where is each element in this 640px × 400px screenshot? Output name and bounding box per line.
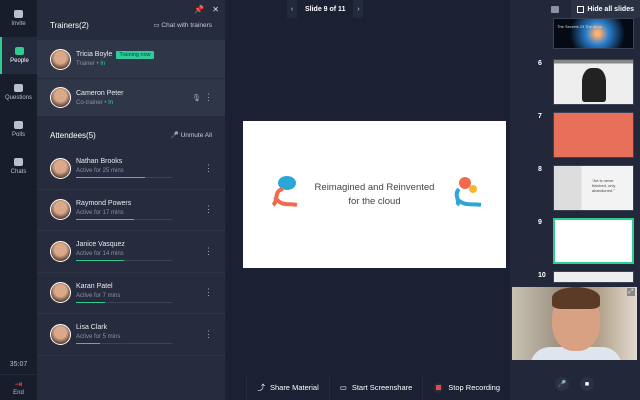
avatar: [50, 48, 71, 70]
more-icon[interactable]: ⋮: [204, 246, 213, 257]
record-icon: [433, 382, 444, 393]
brain-icon: [271, 176, 298, 207]
avatar: [50, 282, 71, 304]
slide-thumb-6[interactable]: [553, 59, 634, 105]
expand-icon[interactable]: ⤢: [627, 288, 635, 296]
pin-icon[interactable]: 📌: [194, 5, 204, 14]
questions-icon: [14, 84, 23, 92]
mic-off-icon[interactable]: 🎙: [192, 94, 201, 102]
exit-icon: ⇥: [14, 379, 23, 389]
more-icon[interactable]: ⋮: [204, 163, 213, 174]
slide-thumb-7[interactable]: [553, 112, 634, 158]
stop-recording-button[interactable]: Stop Recording: [422, 375, 510, 400]
screen-icon: ▭: [339, 383, 347, 392]
polls-icon: [14, 121, 23, 129]
avatar: [50, 240, 71, 262]
attendee-row[interactable]: Karan Patel Active for 7 mins ⋮: [37, 273, 225, 314]
activity-bar: [76, 301, 172, 303]
next-slide-button[interactable]: ›: [353, 0, 364, 18]
people-panel: 📌 ✕ Trainers(2) ▭ Chat with trainers Trici…: [37, 0, 225, 400]
share-icon: ⤴: [257, 383, 265, 392]
webcam-video: ⤢: [512, 287, 637, 360]
slide-navigator: ‹ Slide 9 of 11 ›: [287, 0, 364, 18]
chat-with-trainers-button[interactable]: ▭ Chat with trainers: [153, 21, 212, 29]
status-badge: Training now: [116, 51, 154, 59]
avatar: [50, 157, 71, 179]
nav-invite[interactable]: Invite: [0, 0, 37, 37]
attendee-row[interactable]: Janice Vasquez Active for 14 mins ⋮: [37, 231, 225, 273]
left-nav: Invite People Questions Polls Chats 35:0…: [0, 0, 37, 400]
attendees-title: Attendees(5): [50, 130, 96, 140]
trainers-title: Trainers(2): [50, 20, 89, 30]
people-icon: [15, 47, 24, 55]
slide-thumb-8[interactable]: "Art is never finished, only abandoned.": [553, 165, 634, 211]
share-material-button[interactable]: ⤴ Share Material: [246, 375, 328, 400]
start-screenshare-button[interactable]: ▭ Start Screenshare: [328, 375, 423, 400]
prev-slide-button[interactable]: ‹: [287, 0, 297, 18]
nav-polls[interactable]: Polls: [0, 111, 37, 148]
activity-bar: [76, 177, 172, 179]
slide-thumb-10[interactable]: [553, 271, 634, 283]
unmute-all-button[interactable]: 🎤 Unmute All: [171, 131, 212, 139]
current-slide: Reimagined and Reinvented for the cloud: [243, 121, 506, 268]
attendee-row[interactable]: Lisa Clark Active for 5 mins ⋮: [37, 314, 225, 356]
avatar: [50, 199, 71, 221]
more-icon[interactable]: ⋮: [204, 92, 213, 103]
end-button[interactable]: ⇥ End: [0, 374, 37, 400]
trainer-row[interactable]: Cameron Peter Co-trainer • In 🎙 ⋮: [37, 78, 225, 116]
camera-button[interactable]: ■: [580, 377, 594, 391]
slide-thumb-5[interactable]: The Secrets Of The Atom: [553, 18, 634, 49]
invite-icon: [14, 10, 23, 18]
nav-questions[interactable]: Questions: [0, 74, 37, 111]
mic-button[interactable]: 🎤: [555, 377, 569, 391]
more-icon[interactable]: ⋮: [204, 329, 213, 340]
gears-icon: [454, 177, 482, 207]
chats-icon: [14, 158, 23, 166]
session-timer: 35:07: [9, 361, 28, 368]
nav-people[interactable]: People: [0, 37, 37, 74]
attendee-row[interactable]: Nathan Brooks Active for 25 mins ⋮: [37, 148, 225, 190]
bottom-toolbar: ⤴ Share Material ▭ Start Screenshare Stop …: [225, 375, 510, 400]
nav-chats[interactable]: Chats: [0, 148, 37, 185]
attendee-row[interactable]: Raymond Powers Active for 17 mins ⋮: [37, 190, 225, 231]
slide-counter: Slide 9 of 11: [305, 5, 346, 13]
trainer-row[interactable]: Tricia Boyle Training now Trainer • In: [37, 40, 225, 78]
edit-icon[interactable]: [551, 5, 560, 13]
avatar: [50, 87, 71, 108]
avatar: [50, 323, 71, 345]
more-icon[interactable]: ⋮: [204, 287, 213, 298]
activity-bar: [76, 260, 172, 262]
more-icon[interactable]: ⋮: [204, 204, 213, 215]
slide-thumb-9[interactable]: [553, 218, 634, 264]
activity-bar: [76, 218, 172, 220]
close-icon[interactable]: ✕: [212, 5, 219, 14]
hide-all-slides-button[interactable]: Hide all slides: [571, 0, 640, 18]
hide-icon: [577, 5, 585, 13]
activity-bar: [76, 343, 172, 345]
